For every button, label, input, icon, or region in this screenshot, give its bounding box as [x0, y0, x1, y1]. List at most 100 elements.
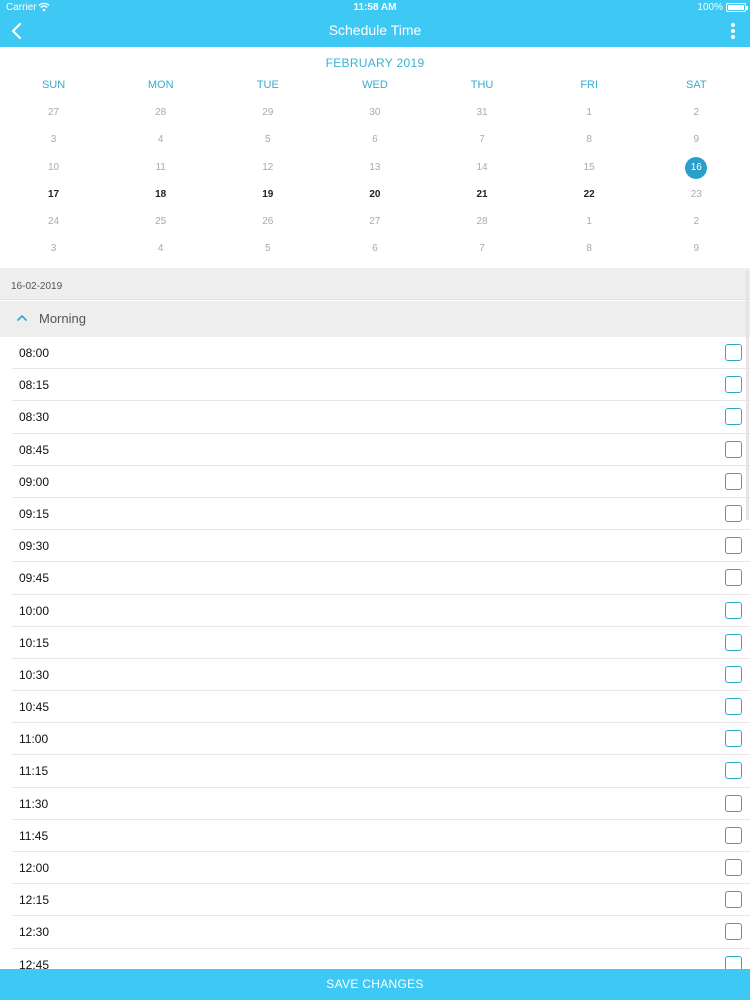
time-slot-checkbox[interactable] — [725, 504, 742, 522]
time-slot-checkbox[interactable] — [725, 601, 742, 619]
time-slot-checkbox[interactable] — [725, 569, 742, 587]
time-slot-row[interactable]: 11:00 — [12, 723, 750, 756]
time-slot-row[interactable]: 10:00 — [12, 595, 750, 627]
time-slot-checkbox[interactable] — [725, 472, 742, 490]
time-slot-checkbox[interactable] — [725, 859, 742, 876]
navigation-bar: Schedule Time — [0, 16, 750, 47]
section-header-morning[interactable]: Morning — [0, 301, 750, 337]
calendar-day-number: 17 — [48, 188, 60, 200]
time-slot-checkbox[interactable] — [725, 955, 742, 969]
calendar-day[interactable]: 19 — [214, 181, 321, 208]
calendar-day: 9 — [643, 126, 750, 153]
calendar-day-number: 15 — [583, 161, 595, 173]
time-slot-label: 08:00 — [19, 346, 50, 360]
calendar-day-number: 27 — [369, 216, 381, 228]
calendar-day-number: 26 — [262, 216, 274, 228]
chevron-up-icon — [17, 315, 27, 321]
time-slot-label: 08:45 — [19, 442, 50, 457]
calendar-day-number: 13 — [369, 161, 381, 173]
time-slot-row[interactable]: 12:45 — [12, 949, 750, 969]
time-slot-checkbox[interactable] — [725, 794, 742, 812]
weekday-label: FRI — [580, 79, 599, 91]
page-title: Schedule Time — [328, 22, 422, 38]
time-slot-label: 12:30 — [19, 925, 50, 940]
weekday-label: TUE — [256, 79, 279, 91]
time-slot-row[interactable]: 11:30 — [12, 788, 750, 820]
calendar-day: 3 — [0, 126, 107, 153]
time-slot-label: 12:00 — [19, 861, 50, 875]
time-slot-row[interactable]: 10:30 — [12, 659, 750, 692]
calendar-day-number: 2 — [693, 107, 700, 118]
calendar-day: 2 — [643, 208, 750, 235]
time-slot-row[interactable]: 09:00 — [12, 466, 750, 498]
calendar-day: 27 — [0, 99, 107, 126]
calendar-day-number: 27 — [48, 107, 60, 118]
time-slot-list: 08:00 08:15 08:30 08:45 09:00 09:15 09:30 09:45… — [0, 337, 750, 969]
section-label: Morning — [39, 311, 86, 326]
calendar-day: 6 — [321, 235, 428, 262]
calendar-day[interactable]: 20 — [321, 181, 428, 208]
time-slot-checkbox[interactable] — [725, 408, 742, 426]
time-slot-checkbox[interactable] — [725, 633, 742, 651]
calendar-day[interactable]: 18 — [107, 181, 214, 208]
time-slot-row[interactable]: 08:00 — [12, 337, 750, 370]
time-slot-row[interactable]: 12:30 — [12, 916, 750, 949]
calendar-day-number: 7 — [479, 243, 485, 255]
calendar-day: 3 — [0, 235, 107, 262]
time-slot-label: 11:00 — [19, 732, 49, 747]
calendar-day[interactable]: 21 — [429, 181, 536, 208]
time-slot-row[interactable]: 09:45 — [12, 562, 750, 595]
calendar-day: 23 — [643, 181, 750, 208]
time-slot-row[interactable]: 11:15 — [12, 755, 750, 788]
calendar-day-number: 25 — [155, 216, 167, 228]
time-slot-row[interactable]: 09:15 — [12, 498, 750, 531]
time-slot-checkbox[interactable] — [725, 891, 742, 909]
time-slot-row[interactable]: 12:00 — [12, 852, 750, 885]
time-slot-row[interactable]: 12:15 — [12, 884, 750, 917]
more-vertical-icon[interactable] — [730, 21, 736, 41]
time-slot-row[interactable]: 09:30 — [12, 530, 750, 563]
time-slot-label: 11:30 — [19, 796, 49, 811]
time-slot-row[interactable]: 10:15 — [12, 627, 750, 659]
time-slot-row[interactable]: 10:45 — [12, 691, 750, 724]
calendar-day: 31 — [429, 99, 536, 126]
time-slot-label: 12:15 — [19, 893, 50, 908]
calendar-day: 4 — [107, 126, 214, 153]
calendar-month: FEBRUARY 2019 — [325, 56, 425, 70]
calendar-day: 24 — [0, 208, 107, 235]
time-slot-row[interactable]: 11:45 — [12, 820, 750, 852]
calendar-day-number: 28 — [476, 216, 488, 228]
calendar-day: 28 — [107, 99, 214, 126]
time-slot-label: 10:45 — [19, 700, 50, 715]
time-slot-checkbox[interactable] — [725, 344, 742, 361]
time-slot-checkbox[interactable] — [725, 440, 742, 458]
calendar-day-number: 5 — [265, 134, 271, 146]
time-slot-checkbox[interactable] — [725, 826, 742, 844]
time-slot-checkbox[interactable] — [725, 537, 742, 555]
time-slot-label: 09:45 — [19, 571, 50, 586]
time-slot-checkbox[interactable] — [725, 762, 742, 780]
calendar-week: 17 18 19 20 21 22 23 — [0, 181, 750, 208]
scrollbar[interactable] — [746, 270, 749, 520]
calendar-day-number: 19 — [262, 188, 274, 200]
time-slot-row[interactable]: 08:30 — [12, 401, 750, 434]
time-slot-checkbox[interactable] — [725, 730, 742, 748]
time-slot-label: 09:30 — [19, 539, 50, 554]
calendar: FEBRUARY 2019 SUN MON TUE WED THU FRI SAT 27 28… — [0, 47, 750, 267]
time-slot-checkbox[interactable] — [725, 665, 742, 683]
time-slot-checkbox[interactable] — [725, 923, 742, 941]
save-changes-button[interactable]: SAVE CHANGES — [0, 969, 750, 1000]
calendar-week: 3 4 5 6 7 8 9 — [0, 235, 750, 262]
calendar-day[interactable]: 22 — [536, 181, 643, 208]
time-slot-row[interactable]: 08:45 — [12, 434, 750, 466]
calendar-day[interactable]: 17 — [0, 181, 107, 208]
calendar-day: 29 — [214, 99, 321, 126]
time-slot-checkbox[interactable] — [725, 698, 742, 716]
calendar-day-selected[interactable]: 16 — [643, 154, 750, 181]
time-slot-checkbox[interactable] — [725, 376, 742, 394]
calendar-day-number: 6 — [372, 243, 378, 255]
calendar-day-number: 4 — [157, 134, 164, 146]
battery-icon — [726, 3, 748, 12]
time-slot-row[interactable]: 08:15 — [12, 369, 750, 402]
calendar-day-number: 5 — [265, 243, 271, 255]
